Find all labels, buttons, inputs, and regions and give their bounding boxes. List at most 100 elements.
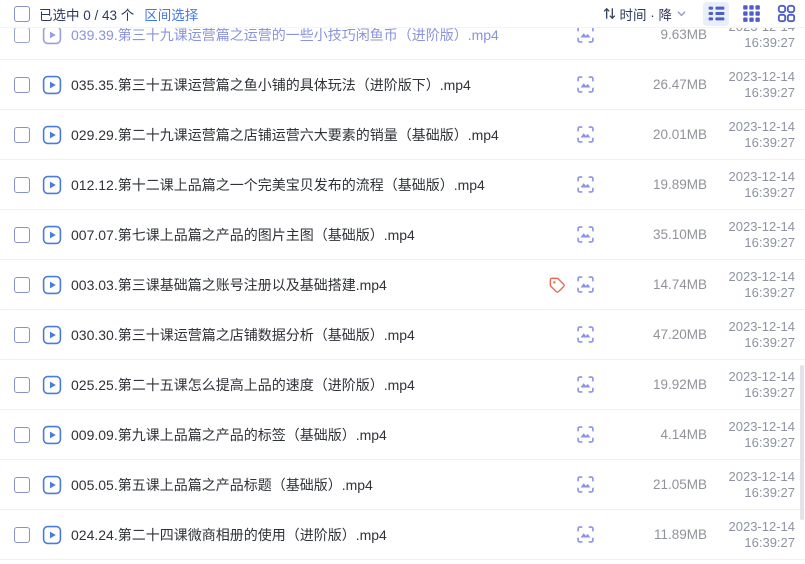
row-checkbox[interactable] bbox=[14, 277, 30, 293]
view-mode-toggle bbox=[703, 2, 799, 26]
file-date: 2023-12-14 bbox=[729, 269, 796, 284]
file-size: 14.74MB bbox=[607, 277, 707, 292]
video-file-icon bbox=[42, 475, 62, 495]
row-actions bbox=[576, 175, 595, 194]
file-date: 2023-12-14 bbox=[729, 419, 796, 434]
file-time: 16:39:27 bbox=[744, 535, 795, 550]
row-checkbox[interactable] bbox=[14, 327, 30, 343]
sort-arrows-icon bbox=[602, 6, 617, 21]
list-view-icon[interactable] bbox=[703, 2, 729, 26]
row-checkbox[interactable] bbox=[14, 127, 30, 143]
large-icon-view-icon[interactable] bbox=[773, 2, 799, 26]
video-file-icon bbox=[42, 375, 62, 395]
file-date: 2023-12-14 bbox=[729, 169, 796, 184]
video-file-icon bbox=[42, 175, 62, 195]
row-actions bbox=[576, 475, 595, 494]
file-name[interactable]: 029.29.第二十九课运营篇之店铺运营六大要素的销量（基础版）.mp4 bbox=[71, 125, 568, 145]
row-actions bbox=[576, 325, 595, 344]
file-list: 039.39.第三十九课运营篇之运营的一些小技巧闲鱼币（进阶版）.mp4 bbox=[0, 10, 805, 560]
file-row[interactable]: 003.03.第三课基础篇之账号注册以及基础搭建.mp4 bbox=[0, 260, 805, 310]
file-name[interactable]: 003.03.第三课基础篇之账号注册以及基础搭建.mp4 bbox=[71, 275, 540, 295]
file-size: 20.01MB bbox=[607, 127, 707, 142]
file-row[interactable]: 029.29.第二十九课运营篇之店铺运营六大要素的销量（基础版）.mp4 bbox=[0, 110, 805, 160]
file-size: 26.47MB bbox=[607, 77, 707, 92]
file-name[interactable]: 009.09.第九课上品篇之产品的标签（基础版）.mp4 bbox=[71, 425, 568, 445]
preview-thumbnail-icon[interactable] bbox=[576, 475, 595, 494]
file-time: 16:39:27 bbox=[744, 335, 795, 350]
sort-control[interactable]: 时间 · 降 bbox=[602, 4, 688, 24]
file-size: 47.20MB bbox=[607, 327, 707, 342]
preview-thumbnail-icon[interactable] bbox=[576, 175, 595, 194]
file-timestamp: 2023-12-14 16:39:27 bbox=[717, 269, 795, 301]
row-checkbox[interactable] bbox=[14, 377, 30, 393]
file-row[interactable]: 024.24.第二十四课微商相册的使用（进阶版）.mp4 bbox=[0, 510, 805, 560]
row-actions bbox=[576, 375, 595, 394]
row-actions bbox=[576, 425, 595, 444]
preview-thumbnail-icon[interactable] bbox=[576, 275, 595, 294]
file-row[interactable]: 005.05.第五课上品篇之产品标题（基础版）.mp4 bbox=[0, 460, 805, 510]
file-name[interactable]: 024.24.第二十四课微商相册的使用（进阶版）.mp4 bbox=[71, 525, 568, 545]
file-time: 16:39:27 bbox=[744, 235, 795, 250]
file-date: 2023-12-14 bbox=[729, 519, 796, 534]
range-select-link[interactable]: 区间选择 bbox=[144, 4, 198, 24]
file-timestamp: 2023-12-14 16:39:27 bbox=[717, 319, 795, 351]
file-name[interactable]: 012.12.第十二课上品篇之一个完美宝贝发布的流程（基础版）.mp4 bbox=[71, 175, 568, 195]
sort-label: 时间 · 降 bbox=[620, 4, 673, 24]
tag-icon[interactable] bbox=[548, 276, 566, 294]
file-name[interactable]: 035.35.第三十五课运营篇之鱼小铺的具体玩法（进阶版下）.mp4 bbox=[71, 75, 568, 95]
file-name[interactable]: 007.07.第七课上品篇之产品的图片主图（基础版）.mp4 bbox=[71, 225, 568, 245]
row-checkbox[interactable] bbox=[14, 177, 30, 193]
file-time: 16:39:27 bbox=[744, 285, 795, 300]
row-checkbox[interactable] bbox=[14, 227, 30, 243]
file-time: 16:39:27 bbox=[744, 185, 795, 200]
file-date: 2023-12-14 bbox=[729, 469, 796, 484]
file-size: 11.89MB bbox=[607, 527, 707, 542]
file-row[interactable]: 030.30.第三十课运营篇之店铺数据分析（基础版）.mp4 bbox=[0, 310, 805, 360]
preview-thumbnail-icon[interactable] bbox=[576, 425, 595, 444]
file-timestamp: 2023-12-14 16:39:27 bbox=[717, 469, 795, 501]
row-actions bbox=[548, 275, 595, 294]
file-size: 35.10MB bbox=[607, 227, 707, 242]
video-file-icon bbox=[42, 125, 62, 145]
file-name[interactable]: 005.05.第五课上品篇之产品标题（基础版）.mp4 bbox=[71, 475, 568, 495]
file-time: 16:39:27 bbox=[744, 135, 795, 150]
file-size: 19.89MB bbox=[607, 177, 707, 192]
row-actions bbox=[576, 75, 595, 94]
file-manager-window: 039.39.第三十九课运营篇之运营的一些小技巧闲鱼币（进阶版）.mp4 bbox=[0, 0, 805, 564]
file-date: 2023-12-14 bbox=[729, 369, 796, 384]
preview-thumbnail-icon[interactable] bbox=[576, 525, 595, 544]
row-checkbox[interactable] bbox=[14, 77, 30, 93]
preview-thumbnail-icon[interactable] bbox=[576, 375, 595, 394]
file-name[interactable]: 030.30.第三十课运营篇之店铺数据分析（基础版）.mp4 bbox=[71, 325, 568, 345]
file-row[interactable]: 025.25.第二十五课怎么提高上品的速度（进阶版）.mp4 bbox=[0, 360, 805, 410]
preview-thumbnail-icon[interactable] bbox=[576, 75, 595, 94]
file-name[interactable]: 025.25.第二十五课怎么提高上品的速度（进阶版）.mp4 bbox=[71, 375, 568, 395]
file-row[interactable]: 009.09.第九课上品篇之产品的标签（基础版）.mp4 bbox=[0, 410, 805, 460]
video-file-icon bbox=[42, 425, 62, 445]
row-checkbox[interactable] bbox=[14, 27, 30, 43]
row-checkbox[interactable] bbox=[14, 427, 30, 443]
file-row[interactable]: 035.35.第三十五课运营篇之鱼小铺的具体玩法（进阶版下）.mp4 bbox=[0, 60, 805, 110]
file-date: 2023-12-14 bbox=[729, 219, 796, 234]
file-time: 16:39:27 bbox=[744, 35, 795, 50]
video-file-icon bbox=[42, 275, 62, 295]
file-timestamp: 2023-12-14 16:39:27 bbox=[717, 119, 795, 151]
row-checkbox[interactable] bbox=[14, 527, 30, 543]
row-actions bbox=[576, 125, 595, 144]
scrollbar-thumb[interactable] bbox=[800, 365, 804, 520]
select-all-checkbox[interactable] bbox=[14, 6, 30, 22]
preview-thumbnail-icon[interactable] bbox=[576, 225, 595, 244]
file-row[interactable]: 007.07.第七课上品篇之产品的图片主图（基础版）.mp4 bbox=[0, 210, 805, 260]
row-checkbox[interactable] bbox=[14, 477, 30, 493]
file-size: 19.92MB bbox=[607, 377, 707, 392]
grid-view-icon[interactable] bbox=[738, 2, 764, 26]
video-file-icon bbox=[42, 325, 62, 345]
preview-thumbnail-icon[interactable] bbox=[576, 125, 595, 144]
video-file-icon bbox=[42, 225, 62, 245]
file-row[interactable]: 012.12.第十二课上品篇之一个完美宝贝发布的流程（基础版）.mp4 bbox=[0, 160, 805, 210]
file-timestamp: 2023-12-14 16:39:27 bbox=[717, 369, 795, 401]
file-timestamp: 2023-12-14 16:39:27 bbox=[717, 419, 795, 451]
preview-thumbnail-icon[interactable] bbox=[576, 325, 595, 344]
row-actions bbox=[576, 225, 595, 244]
file-date: 2023-12-14 bbox=[729, 69, 796, 84]
